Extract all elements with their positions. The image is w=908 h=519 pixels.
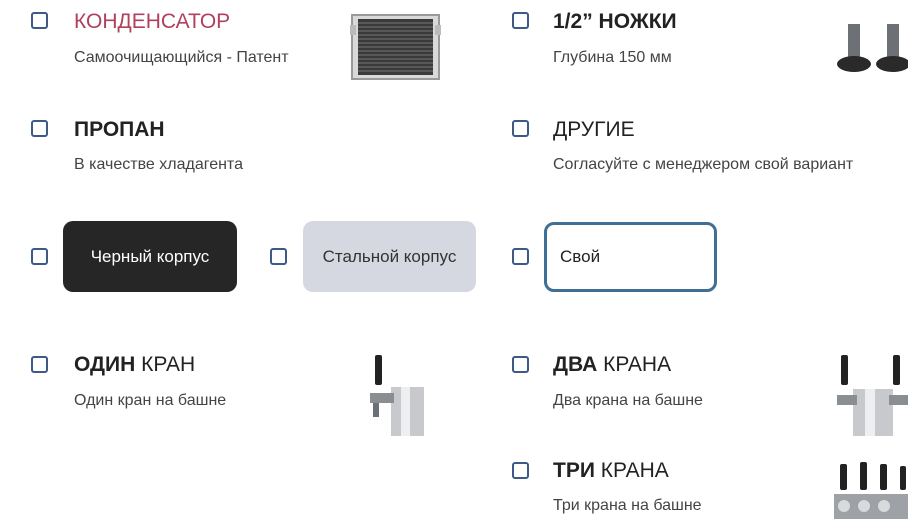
one-tap-subtitle: Один кран на башне bbox=[74, 392, 227, 409]
steel-body-button[interactable]: Стальной корпус bbox=[303, 221, 476, 292]
two-taps-subtitle: Два крана на башне bbox=[553, 392, 703, 409]
two-taps-title: ДВА КРАНА bbox=[553, 353, 672, 376]
other-subtitle: Согласуйте с менеджером свой вариант bbox=[553, 156, 854, 173]
other-checkbox[interactable] bbox=[512, 120, 529, 137]
condenser-image bbox=[350, 13, 441, 81]
custom-body-button[interactable]: Свой bbox=[544, 222, 717, 292]
one-tap-checkbox[interactable] bbox=[31, 356, 48, 373]
two-taps-checkbox[interactable] bbox=[512, 356, 529, 373]
propane-subtitle: В качестве хладагента bbox=[74, 156, 243, 173]
legs-title: 1/2” НОЖКИ bbox=[553, 10, 677, 33]
legs-checkbox[interactable] bbox=[512, 12, 529, 29]
condenser-title: КОНДЕНСАТОР bbox=[74, 10, 231, 33]
propane-title: ПРОПАН bbox=[74, 118, 165, 141]
two-taps-image bbox=[835, 353, 908, 436]
legs-subtitle: Глубина 150 мм bbox=[553, 49, 672, 66]
steel-body-checkbox[interactable] bbox=[270, 248, 287, 265]
one-tap-title: ОДИН КРАН bbox=[74, 353, 196, 376]
three-taps-title: ТРИ КРАНА bbox=[553, 459, 669, 482]
three-taps-subtitle: Три крана на башне bbox=[553, 497, 702, 514]
three-taps-checkbox[interactable] bbox=[512, 462, 529, 479]
condenser-checkbox[interactable] bbox=[31, 12, 48, 29]
one-tap-image bbox=[364, 353, 424, 436]
black-body-button[interactable]: Черный корпус bbox=[63, 221, 237, 292]
black-body-checkbox[interactable] bbox=[31, 248, 48, 265]
other-title: ДРУГИЕ bbox=[553, 118, 635, 141]
three-taps-image bbox=[830, 460, 908, 519]
custom-body-checkbox[interactable] bbox=[512, 248, 529, 265]
condenser-subtitle: Самоочищающийся - Патент bbox=[74, 49, 289, 66]
legs-image bbox=[835, 20, 908, 78]
propane-checkbox[interactable] bbox=[31, 120, 48, 137]
